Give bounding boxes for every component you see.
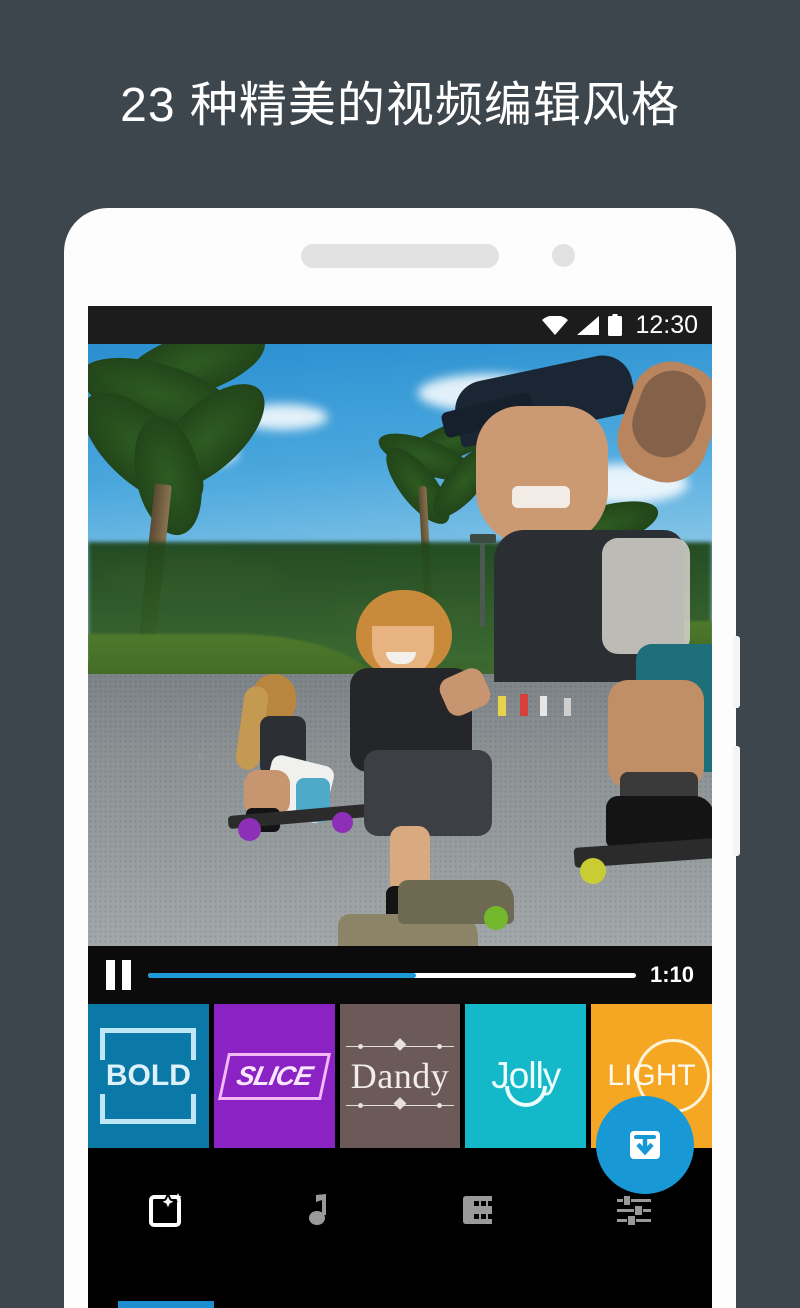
progress-bar[interactable] bbox=[148, 972, 636, 978]
style-card-slice-label: SLICE bbox=[233, 1060, 315, 1091]
front-camera-icon bbox=[552, 244, 575, 267]
battery-icon bbox=[608, 314, 623, 336]
style-card-dandy[interactable]: Dandy bbox=[339, 1004, 461, 1148]
nav-item-film[interactable] bbox=[400, 1188, 556, 1308]
active-tab-indicator bbox=[118, 1301, 214, 1308]
pause-icon[interactable] bbox=[106, 960, 134, 990]
volume-button[interactable] bbox=[733, 746, 740, 856]
wheel bbox=[484, 906, 508, 930]
phone-frame: 12:30 1:10 BOLD SLICE Dandy Jolly LIGHT bbox=[64, 208, 740, 1308]
styles-magic-icon bbox=[149, 1191, 182, 1227]
wheel bbox=[580, 858, 606, 884]
signal-icon bbox=[577, 315, 600, 335]
video-preview[interactable]: 1:10 bbox=[88, 344, 712, 1004]
nav-item-music[interactable] bbox=[244, 1188, 400, 1308]
style-card-light-label: LIGHT bbox=[607, 1059, 696, 1092]
style-card-slice[interactable]: SLICE bbox=[213, 1004, 335, 1148]
skater-man bbox=[424, 349, 712, 682]
style-card-bold[interactable]: BOLD bbox=[88, 1004, 209, 1148]
page-title: 23 种精美的视频编辑风格 bbox=[120, 79, 680, 132]
nav-item-settings[interactable] bbox=[556, 1188, 712, 1308]
style-card-jolly[interactable]: Jolly bbox=[465, 1004, 587, 1148]
slanted-box-mark: SLICE bbox=[217, 1052, 331, 1100]
square-frame-mark: BOLD bbox=[98, 1028, 199, 1124]
smile-mark: Jolly bbox=[491, 1055, 561, 1107]
player-controls: 1:10 bbox=[88, 946, 712, 1004]
music-note-icon bbox=[309, 1194, 326, 1225]
film-strip-icon bbox=[463, 1196, 492, 1224]
style-filter-strip[interactable]: BOLD SLICE Dandy Jolly LIGHT bbox=[88, 1004, 712, 1194]
wheel bbox=[238, 818, 261, 841]
palm-tree bbox=[88, 344, 298, 655]
status-bar: 12:30 bbox=[88, 306, 712, 344]
save-download-icon bbox=[630, 1131, 660, 1159]
style-card-bold-label: BOLD bbox=[105, 1059, 191, 1092]
background-person bbox=[520, 694, 528, 716]
power-button[interactable] bbox=[733, 636, 740, 708]
ornament-mark: Dandy bbox=[340, 1038, 460, 1114]
background-person bbox=[540, 696, 547, 716]
circle-ring-mark: LIGHT bbox=[591, 1039, 712, 1113]
speaker-grille bbox=[301, 244, 499, 268]
status-time: 12:30 bbox=[635, 310, 698, 339]
background-person bbox=[498, 696, 506, 716]
wifi-icon bbox=[542, 315, 569, 335]
nav-item-styles[interactable] bbox=[88, 1188, 244, 1308]
phone-screen: 12:30 1:10 BOLD SLICE Dandy Jolly LIGHT bbox=[88, 306, 712, 1308]
progress-fill bbox=[148, 972, 417, 978]
style-card-dandy-label: Dandy bbox=[350, 1056, 450, 1096]
wheel bbox=[332, 812, 353, 833]
background-person bbox=[564, 698, 571, 716]
save-button[interactable] bbox=[596, 1096, 694, 1194]
video-duration: 1:10 bbox=[649, 962, 694, 987]
sliders-settings-icon bbox=[617, 1196, 651, 1225]
